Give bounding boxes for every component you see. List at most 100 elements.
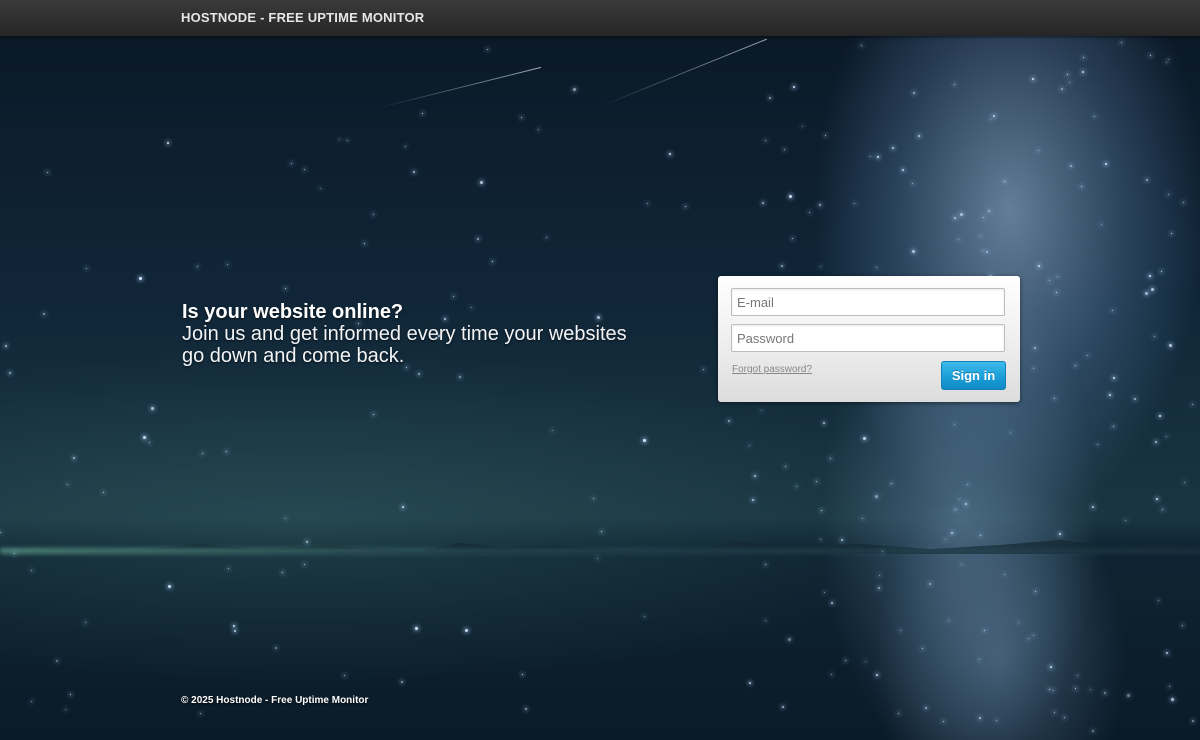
star [768, 97, 771, 100]
star [1031, 78, 1034, 81]
star [291, 162, 293, 164]
star [285, 518, 287, 520]
star [879, 575, 881, 576]
star [1064, 716, 1066, 718]
star [1034, 347, 1037, 350]
star [151, 406, 155, 410]
star [780, 265, 783, 268]
star [1165, 436, 1167, 438]
brand-link[interactable]: HOSTNODE - FREE UPTIME MONITOR [181, 10, 424, 25]
star [643, 615, 645, 617]
star [402, 505, 405, 508]
star [922, 647, 924, 649]
password-field[interactable] [731, 324, 1005, 352]
hero-text: Join us and get informed every time your… [182, 323, 627, 367]
star [1153, 336, 1155, 338]
star [765, 139, 767, 141]
star [820, 510, 822, 512]
star [953, 424, 955, 426]
star [1082, 70, 1085, 73]
star [1010, 432, 1012, 434]
star [819, 538, 821, 540]
star [960, 563, 962, 565]
star [783, 148, 785, 150]
star [1168, 344, 1172, 348]
star [1048, 279, 1050, 281]
star [822, 422, 825, 425]
star [1166, 652, 1169, 655]
star [1028, 638, 1030, 640]
star [1096, 443, 1098, 445]
star [372, 414, 374, 416]
star [865, 661, 867, 663]
star [1067, 73, 1069, 75]
star [824, 134, 826, 136]
star [964, 502, 967, 505]
star [1167, 194, 1169, 196]
star [1033, 634, 1035, 636]
star [1037, 149, 1039, 151]
star [953, 217, 956, 220]
star [1003, 573, 1005, 575]
star [958, 498, 960, 500]
star [1059, 532, 1062, 535]
night-sky-background [0, 0, 1200, 740]
star [958, 238, 960, 240]
star [1182, 201, 1184, 203]
star [347, 139, 349, 141]
star [572, 88, 576, 92]
star [338, 139, 340, 140]
star [818, 203, 821, 206]
star [830, 602, 833, 605]
sign-in-button[interactable]: Sign in [941, 361, 1006, 390]
star [1075, 364, 1077, 366]
star [538, 129, 540, 131]
star [1086, 354, 1088, 356]
star [948, 620, 950, 622]
star [1094, 115, 1096, 117]
star [912, 249, 916, 253]
star [831, 673, 833, 675]
star [753, 474, 756, 477]
star [979, 236, 981, 238]
star [414, 627, 418, 631]
star [901, 169, 904, 172]
star [305, 540, 308, 543]
star [796, 486, 798, 488]
star [227, 567, 229, 569]
star [642, 438, 646, 442]
star [762, 202, 765, 205]
star [898, 713, 900, 715]
star [765, 564, 767, 566]
star [1089, 688, 1091, 690]
star [1171, 233, 1172, 235]
star [1056, 291, 1058, 293]
star [876, 267, 878, 269]
star [400, 680, 403, 683]
star [669, 152, 672, 155]
star [1033, 367, 1035, 369]
star [815, 480, 817, 482]
star [862, 517, 864, 519]
star [1091, 505, 1094, 508]
star [785, 465, 787, 467]
star [1056, 275, 1058, 277]
star [479, 181, 483, 185]
star [749, 444, 751, 446]
star [1076, 675, 1078, 677]
star [983, 216, 984, 218]
star [1113, 426, 1115, 428]
star [521, 674, 523, 676]
email-field[interactable] [731, 288, 1005, 316]
star [274, 646, 277, 649]
star [103, 492, 105, 494]
star [789, 195, 793, 199]
star [85, 268, 87, 270]
star [1092, 729, 1095, 732]
star [477, 237, 480, 240]
star [458, 376, 461, 379]
star [1048, 689, 1050, 691]
star [890, 483, 892, 485]
star [1169, 685, 1171, 687]
forgot-password-link[interactable]: Forgot password? [732, 364, 812, 375]
